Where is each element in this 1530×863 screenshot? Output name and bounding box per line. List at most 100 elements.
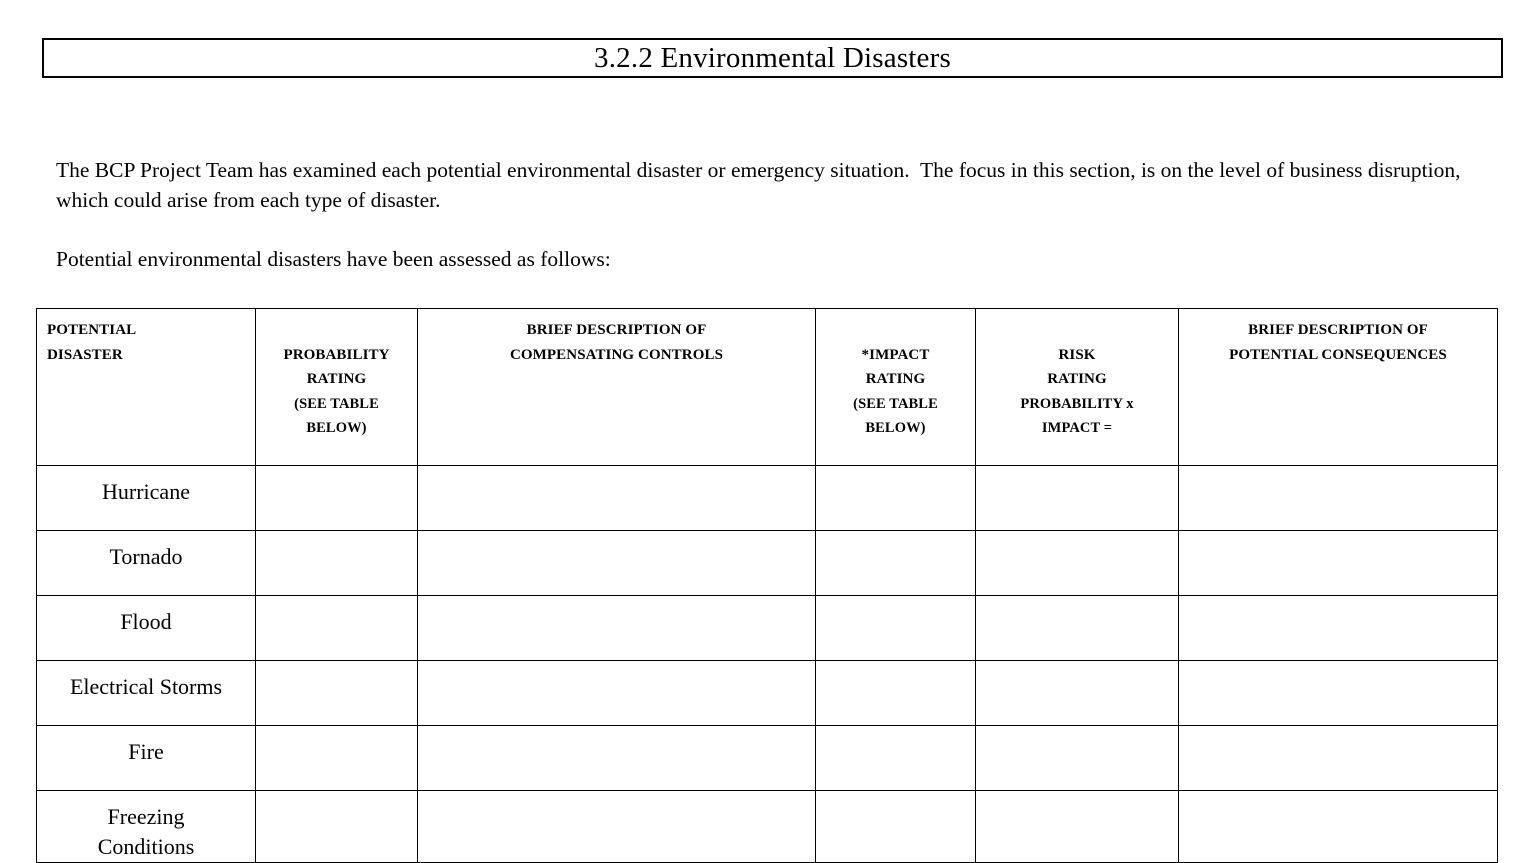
cell-risk-rating[interactable] — [975, 790, 1179, 863]
probability-rating-value[interactable] — [256, 791, 417, 797]
table-row: Fire — [36, 725, 1498, 791]
potential-consequences-value[interactable] — [1179, 791, 1497, 797]
document-page: 3.2.2 Environmental Disasters The BCP Pr… — [0, 0, 1530, 863]
impact-rating-value[interactable] — [816, 596, 975, 602]
header-label-probability-see-table: (SEE TABLE BELOW) — [294, 395, 379, 437]
impact-rating-value[interactable] — [816, 791, 975, 797]
cell-impact-rating[interactable] — [815, 790, 976, 863]
header-label-compensating-controls: BRIEF DESCRIPTION OF COMPENSATING CONTRO… — [509, 322, 724, 363]
header-cell-probability-rating: PROBABILITY RATING (SEE TABLE BELOW) — [255, 308, 418, 466]
risk-assessment-table: POTENTIAL DISASTER PROBABILITY RATING (SE… — [36, 308, 1498, 863]
compensating-controls-value[interactable] — [418, 726, 815, 732]
cell-disaster-name: Electrical Storms — [36, 660, 256, 726]
header-cell-compensating-controls: BRIEF DESCRIPTION OF COMPENSATING CONTRO… — [417, 308, 816, 466]
risk-assessment-table-container: POTENTIAL DISASTER PROBABILITY RATING (SE… — [36, 308, 1498, 863]
cell-impact-rating[interactable] — [815, 660, 976, 726]
cell-impact-rating[interactable] — [815, 530, 976, 596]
cell-potential-consequences[interactable] — [1178, 790, 1498, 863]
header-cell-risk-rating: RISK RATING PROBABILITY x IMPACT = — [975, 308, 1179, 466]
cell-probability-rating[interactable] — [255, 660, 418, 726]
header-label-probability-rating-group: PROBABILITY RATING (SEE TABLE BELOW) — [256, 309, 417, 465]
risk-rating-value[interactable] — [976, 726, 1178, 732]
header-label-impact-see-table: (SEE TABLE BELOW) — [853, 395, 938, 437]
risk-rating-value[interactable] — [976, 531, 1178, 537]
cell-potential-consequences[interactable] — [1178, 660, 1498, 726]
header-label-probability-rating: PROBABILITY RATING — [283, 346, 390, 388]
potential-consequences-value[interactable] — [1179, 661, 1497, 667]
risk-rating-value[interactable] — [976, 661, 1178, 667]
cell-disaster-name: Freezing Conditions — [36, 790, 256, 863]
cell-compensating-controls[interactable] — [417, 465, 816, 531]
risk-rating-value[interactable] — [976, 791, 1178, 797]
probability-rating-value[interactable] — [256, 661, 417, 667]
impact-rating-value[interactable] — [816, 531, 975, 537]
cell-potential-consequences[interactable] — [1178, 530, 1498, 596]
compensating-controls-value[interactable] — [418, 466, 815, 472]
paragraph-assessment-lead-in: Potential environmental disasters have b… — [56, 247, 611, 271]
potential-consequences-value[interactable] — [1179, 466, 1497, 472]
compensating-controls-value[interactable] — [418, 791, 815, 797]
body-text-block: The BCP Project Team has examined each p… — [56, 155, 1468, 274]
cell-potential-consequences[interactable] — [1178, 725, 1498, 791]
cell-risk-rating[interactable] — [975, 660, 1179, 726]
cell-risk-rating[interactable] — [975, 530, 1179, 596]
disaster-label: Flood — [120, 609, 172, 634]
impact-rating-value[interactable] — [816, 661, 975, 667]
cell-compensating-controls[interactable] — [417, 660, 816, 726]
potential-consequences-value[interactable] — [1179, 531, 1497, 537]
cell-probability-rating[interactable] — [255, 595, 418, 661]
cell-disaster-name: Tornado — [36, 530, 256, 596]
probability-rating-value[interactable] — [256, 466, 417, 472]
table-header-row: POTENTIAL DISASTER PROBABILITY RATING (SE… — [36, 308, 1498, 466]
cell-probability-rating[interactable] — [255, 790, 418, 863]
header-label-impact-rating-group: *IMPACT RATING (SEE TABLE BELOW) — [816, 309, 975, 465]
cell-potential-consequences[interactable] — [1178, 595, 1498, 661]
header-label-potential-disaster: POTENTIAL DISASTER — [47, 322, 137, 363]
cell-compensating-controls[interactable] — [417, 530, 816, 596]
cell-impact-rating[interactable] — [815, 465, 976, 531]
cell-disaster-name: Flood — [36, 595, 256, 661]
cell-potential-consequences[interactable] — [1178, 465, 1498, 531]
compensating-controls-value[interactable] — [418, 596, 815, 602]
page-title: 3.2.2 Environmental Disasters — [594, 41, 951, 74]
header-cell-potential-consequences: BRIEF DESCRIPTION OF POTENTIAL CONSEQUEN… — [1178, 308, 1498, 466]
cell-disaster-name: Fire — [36, 725, 256, 791]
probability-rating-value[interactable] — [256, 531, 417, 537]
table-row: Hurricane — [36, 465, 1498, 531]
cell-probability-rating[interactable] — [255, 725, 418, 791]
disaster-label: Tornado — [109, 544, 183, 569]
cell-compensating-controls[interactable] — [417, 725, 816, 791]
probability-rating-value[interactable] — [256, 726, 417, 732]
header-label-potential-consequences: BRIEF DESCRIPTION OF POTENTIAL CONSEQUEN… — [1229, 322, 1447, 363]
disaster-label: Fire — [128, 739, 164, 764]
potential-consequences-value[interactable] — [1179, 596, 1497, 602]
impact-rating-value[interactable] — [816, 466, 975, 472]
cell-probability-rating[interactable] — [255, 465, 418, 531]
cell-risk-rating[interactable] — [975, 725, 1179, 791]
compensating-controls-value[interactable] — [418, 661, 815, 667]
cell-risk-rating[interactable] — [975, 595, 1179, 661]
disaster-label: Freezing Conditions — [97, 804, 195, 859]
probability-rating-value[interactable] — [256, 596, 417, 602]
table-row: Freezing Conditions — [36, 790, 1498, 863]
compensating-controls-value[interactable] — [418, 531, 815, 537]
risk-rating-value[interactable] — [976, 466, 1178, 472]
paragraph-intro: The BCP Project Team has examined each p… — [56, 158, 1466, 212]
header-cell-impact-rating: *IMPACT RATING (SEE TABLE BELOW) — [815, 308, 976, 466]
cell-impact-rating[interactable] — [815, 595, 976, 661]
cell-probability-rating[interactable] — [255, 530, 418, 596]
disaster-label: Electrical Storms — [69, 674, 223, 699]
risk-rating-value[interactable] — [976, 596, 1178, 602]
impact-rating-value[interactable] — [816, 726, 975, 732]
header-label-risk-rating: RISK RATING — [1047, 346, 1107, 388]
table-row: Flood — [36, 595, 1498, 661]
section-title-box: 3.2.2 Environmental Disasters — [42, 38, 1503, 78]
cell-risk-rating[interactable] — [975, 465, 1179, 531]
disaster-label: Hurricane — [102, 479, 190, 504]
cell-disaster-name: Hurricane — [36, 465, 256, 531]
potential-consequences-value[interactable] — [1179, 726, 1497, 732]
cell-compensating-controls[interactable] — [417, 595, 816, 661]
cell-impact-rating[interactable] — [815, 725, 976, 791]
cell-compensating-controls[interactable] — [417, 790, 816, 863]
header-label-risk-formula: PROBABILITY x IMPACT = — [1020, 395, 1134, 437]
